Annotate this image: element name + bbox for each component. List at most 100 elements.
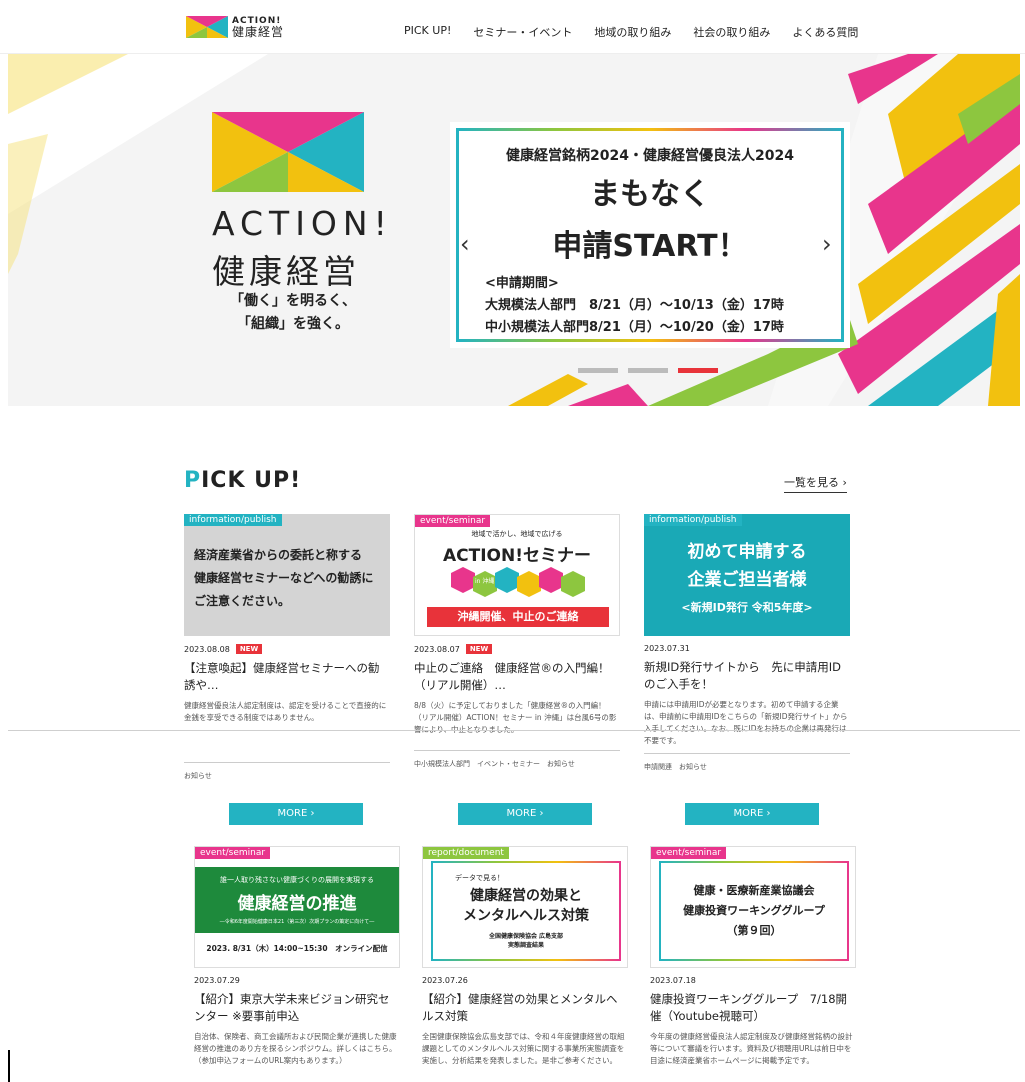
card-date: 2023.08.07: [414, 644, 460, 654]
card-title: 【紹介】東京大学未来ビジョン研究センター ※要事前申込: [194, 992, 390, 1023]
new-badge: NEW: [235, 644, 263, 654]
thumb-line-3: （第９回）: [726, 924, 782, 937]
carousel-dot-3[interactable]: [678, 368, 718, 373]
card-thumbnail: information/publish 初めて申請する 企業ご担当者様 <新規I…: [644, 514, 850, 636]
hero-logo-line2: 健康経営: [212, 252, 360, 291]
card-tags: お知らせ: [184, 762, 390, 781]
hero-logo-line1: ACTION!: [212, 204, 393, 243]
pickup-card-1[interactable]: information/publish 経済産業省からの委託と称する 健康経営セ…: [184, 514, 390, 781]
thumb-text-3: ご注意ください。: [194, 594, 291, 608]
edge-bar: [8, 1050, 10, 1082]
card-title: 【紹介】健康経営の効果とメンタルヘルス対策: [422, 992, 618, 1023]
card-category: information/publish: [644, 514, 742, 526]
card-thumbnail: event/seminar 誰一人取り残さない健康づくりの展開を実現する 健康経…: [194, 846, 400, 968]
hexagon-icons: [451, 567, 585, 597]
card-title: 【注意喚起】健康経営セミナーへの勧誘や…: [184, 661, 380, 692]
thumb-sub: ―令和6年度開始健康日本21（第三次）次期プランの策定に向けて―: [219, 919, 375, 925]
more-button-3[interactable]: MORE ›: [685, 803, 819, 825]
see-all-link[interactable]: 一覧を見る ›: [784, 474, 847, 493]
card-thumbnail: report/document データで見る！ 健康経営の効果と メンタルヘルス…: [422, 846, 628, 968]
next-slide-arrow-icon[interactable]: ›: [822, 230, 832, 258]
thumb-text-1: 経済産業省からの委託と称する: [194, 548, 363, 562]
pickup-card-4[interactable]: event/seminar 誰一人取り残さない健康づくりの展開を実現する 健康経…: [194, 846, 400, 1067]
thumb-main-1: 健康経営の効果と: [470, 888, 582, 904]
hero-tagline-1: 「働く」を明るく、: [230, 293, 356, 309]
more-button-2[interactable]: MORE ›: [458, 803, 592, 825]
thumb-text-2: 健康経営セミナーなどへの勧誘に: [194, 571, 374, 585]
thumb-line-1: 初めて申請する: [687, 542, 807, 562]
site-logo[interactable]: ACTION! 健康経営: [186, 16, 284, 38]
card-date: 2023.07.29: [194, 976, 240, 985]
nav-pickup[interactable]: PICK UP!: [404, 24, 451, 40]
card-title: 健康投資ワーキンググループ 7/18開催（Youtube視聴可）: [650, 992, 848, 1023]
hero-logo-mark-icon: [212, 112, 364, 192]
nav-seminar-event[interactable]: セミナー・イベント: [473, 24, 572, 40]
banner-headline-1: まもなく: [590, 177, 710, 212]
thumb-bottom: 2023. 8/31（木）14:00~15:30 オンライン配信: [206, 944, 388, 953]
thumb-sub-2: 実態調査結果: [507, 942, 544, 949]
thumb-hex-label: in 沖縄: [475, 578, 495, 585]
card-tags: 申請関連 お知らせ: [644, 753, 850, 772]
new-badge: NEW: [465, 644, 493, 654]
slide-banner[interactable]: 健康経営銘柄2024・健康経営優良法人2024 まもなく 申請START！ <申…: [450, 122, 850, 348]
hero-tagline-2: 「組織」を強く。: [237, 316, 349, 332]
card-date: 2023.07.18: [650, 976, 696, 985]
card-thumbnail: event/seminar 健康・医療新産業協議会 健康投資ワーキンググループ …: [650, 846, 856, 968]
card-date: 2023.07.26: [422, 976, 468, 985]
banner-title: 健康経営銘柄2024・健康経営優良法人2024: [506, 148, 794, 164]
pickup-heading-first: P: [184, 468, 202, 493]
pickup-card-5[interactable]: report/document データで見る！ 健康経営の効果と メンタルヘルス…: [422, 846, 628, 1067]
card-thumbnail: event/seminar 地域で活かし、地域で広げる ACTION!セミナー …: [414, 514, 620, 636]
card-title: 新規ID発行サイトから 先に申請用IDのご入手を！: [644, 660, 841, 691]
pickup-card-3[interactable]: information/publish 初めて申請する 企業ご担当者様 <新規I…: [644, 514, 850, 772]
prev-slide-arrow-icon[interactable]: ‹: [460, 230, 470, 258]
site-header: ACTION! 健康経営 PICK UP! セミナー・イベント 地域の取り組み …: [0, 10, 1025, 54]
hero-tagline: 「働く」を明るく、 「組織」を強く。: [230, 290, 356, 336]
thumb-top: データで見る！: [455, 874, 504, 882]
banner-period-label: <申請期間>: [485, 276, 559, 291]
card-description: 全国健康保険協会広島支部では、令和４年度健康経営の取組課題としてのメンタルヘルス…: [422, 1032, 625, 1065]
thumb-bottom-banner: 沖縄開催、中止のご連絡: [427, 607, 609, 627]
more-button-1[interactable]: MORE ›: [229, 803, 363, 825]
card-description: 自治体、保険者、商工会議所および民間企業が連携した健康経営の推進のあり方を探るシ…: [194, 1032, 397, 1065]
thumb-line-2: 企業ご担当者様: [687, 570, 807, 590]
card-description: 健康経営優良法人認定制度は、認定を受けることで直接的に金銭を享受できる制度ではあ…: [184, 701, 387, 722]
banner-period-1: 大規模法人部門 8/21（月）～10/13（金）17時: [485, 298, 784, 313]
thumb-main-2: メンタルヘルス対策: [463, 908, 589, 924]
nav-regional[interactable]: 地域の取り組み: [594, 24, 671, 40]
card-category: event/seminar: [195, 847, 271, 859]
card-description: 申請には申請用IDが必要となります。初めて申請する企業は、申請前に申請用IDをこ…: [644, 700, 848, 745]
card-tags: 中小規模法人部門 イベント・セミナー お知らせ: [414, 750, 620, 769]
thumb-main: 健康経営の推進: [237, 894, 357, 914]
thumb-line-1: 健康・医療新産業協議会: [693, 884, 815, 897]
carousel-dot-2[interactable]: [628, 368, 668, 373]
main-nav: PICK UP! セミナー・イベント 地域の取り組み 社会の取り組み よくある質…: [404, 24, 858, 40]
logo-line2: 健康経営: [232, 24, 285, 39]
thumb-line-2: 健康投資ワーキンググループ: [683, 904, 825, 917]
card-title: 中止のご連絡 健康経営®の入門編！（リアル開催）…: [414, 661, 610, 692]
card-description: 今年度の健康経営優良法人認定制度及び健康経営銘柄の設計等について審議を行います。…: [650, 1032, 853, 1065]
card-category: event/seminar: [651, 847, 727, 859]
banner-headline-2: 申請START！: [552, 229, 748, 264]
pickup-heading-rest: ICK UP!: [201, 468, 302, 493]
pickup-heading: PICK UP!: [184, 468, 301, 493]
carousel-dot-1[interactable]: [578, 368, 618, 373]
nav-social[interactable]: 社会の取り組み: [693, 24, 770, 40]
nav-faq[interactable]: よくある質問: [792, 24, 858, 40]
hero-carousel: ACTION! 健康経営 「働く」を明るく、 「組織」を強く。 健康経営銘柄20…: [8, 54, 1020, 406]
banner-period-2: 中小規模法人部門8/21（月）～10/20（金）17時: [485, 320, 784, 335]
card-date: 2023.07.31: [644, 644, 690, 653]
pickup-card-6[interactable]: event/seminar 健康・医療新産業協議会 健康投資ワーキンググループ …: [650, 846, 856, 1067]
carousel-dots: [578, 368, 718, 373]
divider-line: [8, 730, 1020, 731]
logo-mark-icon: [186, 16, 228, 38]
thumb-top: 地域で活かし、地域で広げる: [471, 530, 563, 538]
card-category: event/seminar: [415, 515, 491, 527]
thumb-line-3: <新規ID発行 令和5年度>: [681, 601, 813, 614]
card-thumbnail: information/publish 経済産業省からの委託と称する 健康経営セ…: [184, 514, 390, 636]
card-date: 2023.08.08: [184, 644, 230, 654]
thumb-sub-1: 全国健康保険協会 広島支部: [488, 933, 564, 940]
thumb-top: 誰一人取り残さない健康づくりの展開を実現する: [220, 876, 374, 884]
card-category: report/document: [423, 847, 509, 859]
card-category: information/publish: [184, 514, 282, 526]
